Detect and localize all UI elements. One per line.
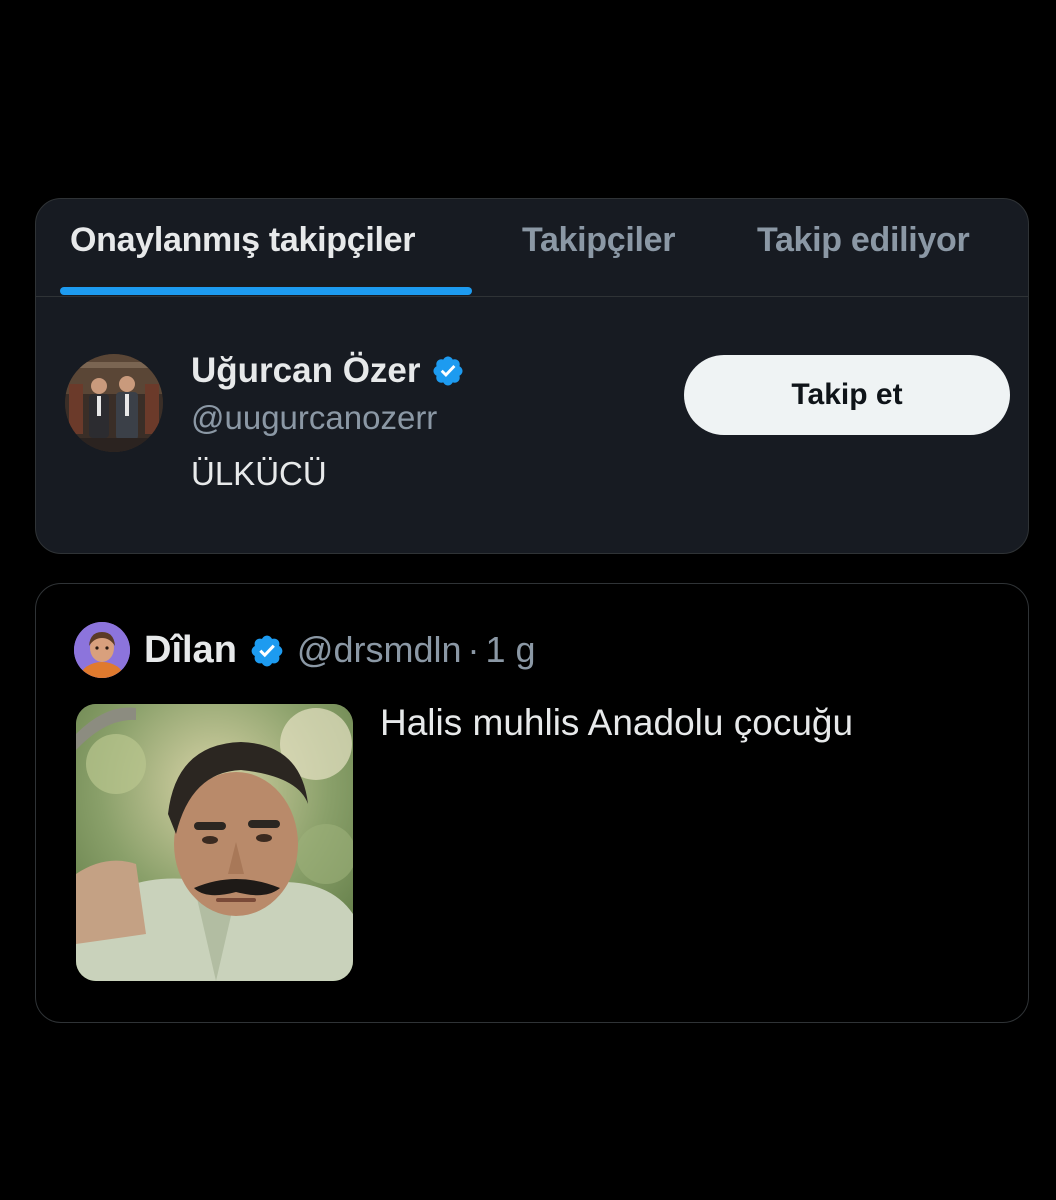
verified-badge-icon [431,354,465,388]
tweet-author-avatar[interactable] [74,622,130,678]
tab-bar: Onaylanmış takipçiler Takipçiler Takip e… [36,199,1028,297]
tweet-media-image[interactable] [76,704,353,981]
avatar[interactable] [65,354,163,452]
tab-following[interactable]: Takip ediliyor [757,221,970,260]
followers-card: Onaylanmış takipçiler Takipçiler Takip e… [35,198,1029,554]
tweet-photo [76,704,353,981]
verified-badge-icon [249,633,283,667]
tweet-author-name[interactable]: Dîlan [144,629,237,672]
tweet-text: Halis muhlis Anadolu çocuğu [380,702,854,743]
avatar-photo [65,354,163,452]
tweet-timestamp[interactable]: 1 g [486,629,536,671]
user-display-name[interactable]: Uğurcan Özer [191,351,421,391]
user-name-line: Uğurcan Özer [191,351,465,391]
user-row[interactable]: Uğurcan Özer @uugurcanozerr ÜLKÜCÜ Takip… [36,297,1028,553]
follow-button[interactable]: Takip et [684,355,1010,435]
user-handle[interactable]: @uugurcanozerr [191,399,437,437]
tweet-author-handle[interactable]: @drsmdln [297,629,462,671]
tweet-author-avatar-photo [74,622,130,678]
tab-verified-followers[interactable]: Onaylanmış takipçiler [70,221,416,260]
tab-followers[interactable]: Takipçiler [522,221,676,260]
tweet-separator: · [467,629,480,670]
active-tab-indicator [60,287,472,295]
user-bio: ÜLKÜCÜ [191,455,327,492]
tweet-header: Dîlan @drsmdln · 1 g [74,620,536,680]
quoted-tweet-card[interactable]: Dîlan @drsmdln · 1 g Halis muhlis Anadol… [35,583,1029,1023]
